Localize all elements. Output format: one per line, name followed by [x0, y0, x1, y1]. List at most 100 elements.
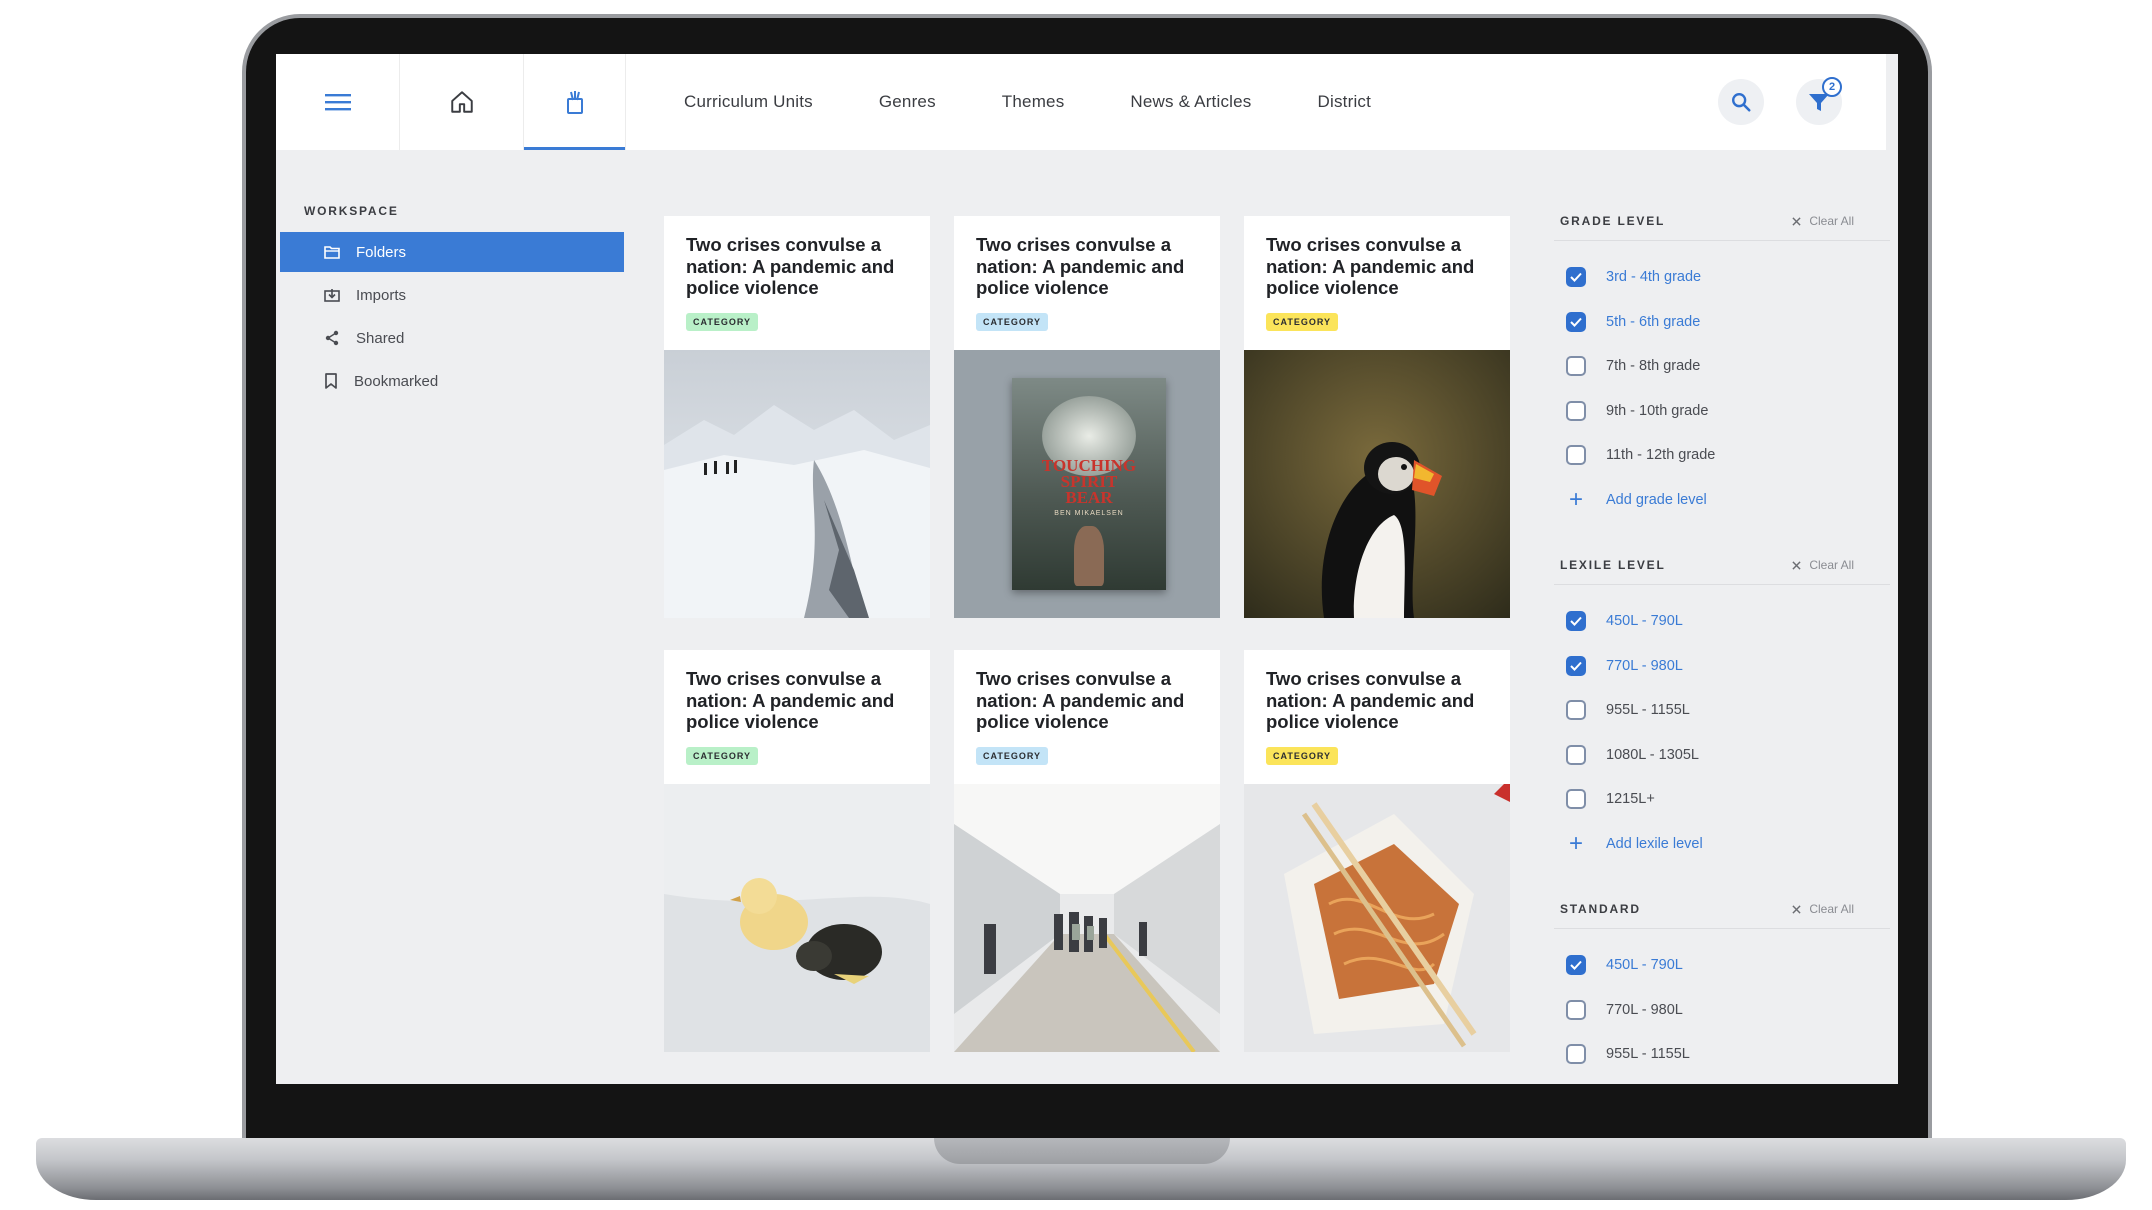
- filter-group-title: GRADE LEVEL: [1560, 214, 1666, 228]
- card-title: Two crises convulse a nation: A pandemic…: [976, 234, 1185, 298]
- search-button[interactable]: [1718, 79, 1764, 125]
- filter-group-header: GRADE LEVEL Clear All: [1554, 214, 1890, 241]
- filter-option[interactable]: 9th - 10th grade: [1554, 389, 1890, 434]
- close-icon: [1792, 216, 1801, 226]
- filter-option[interactable]: 450L - 790L: [1554, 943, 1890, 988]
- bookmark-icon: [325, 373, 337, 389]
- filter-option[interactable]: 3rd - 4th grade: [1554, 255, 1890, 300]
- sidebar-item-label: Shared: [356, 329, 405, 347]
- nav-link-genres[interactable]: Genres: [879, 92, 936, 112]
- menu-button[interactable]: [276, 54, 400, 150]
- card-image-takeout-noodles: [1244, 784, 1510, 1052]
- content-card[interactable]: Two crises convulse a nation: A pandemic…: [954, 650, 1220, 1052]
- filter-option[interactable]: 955L - 1155L: [1554, 1032, 1890, 1077]
- category-badge: CATEGORY: [1266, 746, 1339, 765]
- filter-count-badge: 2: [1822, 77, 1842, 97]
- filter-option[interactable]: 7th - 8th grade: [1554, 344, 1890, 389]
- checkbox-unchecked[interactable]: [1566, 400, 1586, 421]
- card-title: Two crises convulse a nation: A pandemic…: [686, 668, 895, 732]
- checkmark-icon: [1570, 617, 1582, 627]
- clear-all-button[interactable]: Clear All: [1792, 214, 1854, 228]
- checkbox-checked[interactable]: [1566, 655, 1586, 676]
- sidebar-item-label: Folders: [356, 243, 407, 261]
- card-image-people-walking-walkway: [954, 784, 1220, 1052]
- checkbox-unchecked[interactable]: [1566, 744, 1586, 765]
- nav-link-curriculum-units[interactable]: Curriculum Units: [684, 92, 813, 112]
- folder-icon: [324, 246, 340, 259]
- library-button[interactable]: [524, 54, 626, 150]
- sidebar-item-imports[interactable]: Imports: [280, 275, 624, 315]
- clear-all-button[interactable]: Clear All: [1792, 558, 1854, 572]
- filter-option[interactable]: 770L - 980L: [1554, 644, 1890, 689]
- content-card[interactable]: Two crises convulse a nation: A pandemic…: [664, 216, 930, 618]
- add-filter-option-button[interactable]: + Add lexile level: [1554, 822, 1890, 867]
- content-card[interactable]: Two crises convulse a nation: A pandemic…: [664, 650, 930, 1052]
- filter-button[interactable]: 2: [1796, 77, 1842, 125]
- checkbox-checked[interactable]: [1566, 267, 1586, 288]
- sidebar-item-folders[interactable]: Folders: [280, 232, 624, 272]
- content-card-grid: Two crises convulse a nation: A pandemic…: [664, 216, 1524, 1052]
- checkbox-unchecked[interactable]: [1566, 789, 1586, 810]
- checkmark-icon: [1570, 661, 1582, 671]
- books-icon: [566, 91, 583, 114]
- card-image-touching-spirit-bear-book-cover: TOUCHING SPIRIT BEAR BEN MIKAELSEN: [954, 350, 1220, 618]
- filter-option[interactable]: 1215L+: [1554, 777, 1890, 822]
- filter-group-header: LEXILE LEVEL Clear All: [1554, 558, 1890, 585]
- card-image-ducklings-on-snow: [664, 784, 930, 1052]
- card-title: Two crises convulse a nation: A pandemic…: [686, 234, 895, 298]
- filter-option[interactable]: 450L - 790L: [1554, 599, 1890, 644]
- category-badge: CATEGORY: [1266, 312, 1339, 331]
- filter-option-label: 1080L - 1305L: [1606, 746, 1699, 763]
- checkmark-icon: [1570, 317, 1582, 327]
- filter-group: STANDARD Clear All 450L - 790L 770L - 980L 9…: [1554, 902, 1890, 1077]
- add-filter-option-button[interactable]: + Add grade level: [1554, 478, 1890, 523]
- checkbox-unchecked[interactable]: [1566, 700, 1586, 721]
- clear-all-label: Clear All: [1809, 558, 1854, 572]
- add-filter-label: Add lexile level: [1606, 835, 1703, 852]
- filter-option[interactable]: 955L - 1155L: [1554, 688, 1890, 733]
- home-button[interactable]: [400, 54, 524, 150]
- workspace-sidebar: WORKSPACE Folders Imports Shared Bookmar…: [276, 204, 626, 404]
- sidebar-section-label: WORKSPACE: [304, 204, 399, 218]
- checkbox-unchecked[interactable]: [1566, 356, 1586, 377]
- card-title: Two crises convulse a nation: A pandemic…: [976, 668, 1185, 732]
- content-card[interactable]: Two crises convulse a nation: A pandemic…: [954, 216, 1220, 618]
- checkbox-unchecked[interactable]: [1566, 445, 1586, 466]
- card-image-snowy-mountain-hikers: [664, 350, 930, 618]
- filter-option-label: 1215L+: [1606, 791, 1655, 808]
- checkbox-checked[interactable]: [1566, 311, 1586, 332]
- checkbox-unchecked[interactable]: [1566, 1044, 1586, 1065]
- filter-option-label: 450L - 790L: [1606, 613, 1683, 630]
- sidebar-item-label: Bookmarked: [354, 372, 439, 390]
- checkbox-checked[interactable]: [1566, 611, 1586, 632]
- filter-option-label: 955L - 1155L: [1606, 1046, 1690, 1063]
- nav-link-district[interactable]: District: [1318, 92, 1372, 112]
- nav-link-news-articles[interactable]: News & Articles: [1130, 92, 1251, 112]
- close-icon: [1792, 560, 1801, 570]
- card-title: Two crises convulse a nation: A pandemic…: [1266, 668, 1475, 732]
- filter-option[interactable]: 770L - 980L: [1554, 988, 1890, 1033]
- checkbox-unchecked[interactable]: [1566, 999, 1586, 1020]
- category-badge: CATEGORY: [686, 746, 759, 765]
- sidebar-item-bookmarked[interactable]: Bookmarked: [280, 361, 624, 401]
- plus-icon: +: [1568, 829, 1583, 857]
- filter-panel: GRADE LEVEL Clear All 3rd - 4th grade 5th -…: [1554, 214, 1890, 1084]
- filter-group-header: STANDARD Clear All: [1554, 902, 1890, 929]
- top-actions: 2: [1718, 54, 1842, 150]
- filter-group-title: STANDARD: [1560, 902, 1641, 916]
- content-card[interactable]: Two crises convulse a nation: A pandemic…: [1244, 216, 1510, 618]
- checkbox-checked[interactable]: [1566, 955, 1586, 976]
- filter-option-label: 770L - 980L: [1606, 1001, 1683, 1018]
- filter-option[interactable]: 1080L - 1305L: [1554, 733, 1890, 778]
- nav-link-themes[interactable]: Themes: [1002, 92, 1065, 112]
- clear-all-button[interactable]: Clear All: [1792, 902, 1854, 916]
- top-nav-bar: Curriculum Units Genres Themes News & Ar…: [276, 54, 1886, 150]
- nav-links: Curriculum Units Genres Themes News & Ar…: [684, 54, 1437, 150]
- filter-option-label: 9th - 10th grade: [1606, 402, 1709, 419]
- clear-all-label: Clear All: [1809, 214, 1854, 228]
- filter-option[interactable]: 11th - 12th grade: [1554, 433, 1890, 478]
- sidebar-item-shared[interactable]: Shared: [280, 318, 624, 358]
- content-card[interactable]: Two crises convulse a nation: A pandemic…: [1244, 650, 1510, 1052]
- add-filter-label: Add grade level: [1606, 491, 1707, 508]
- filter-option[interactable]: 5th - 6th grade: [1554, 300, 1890, 345]
